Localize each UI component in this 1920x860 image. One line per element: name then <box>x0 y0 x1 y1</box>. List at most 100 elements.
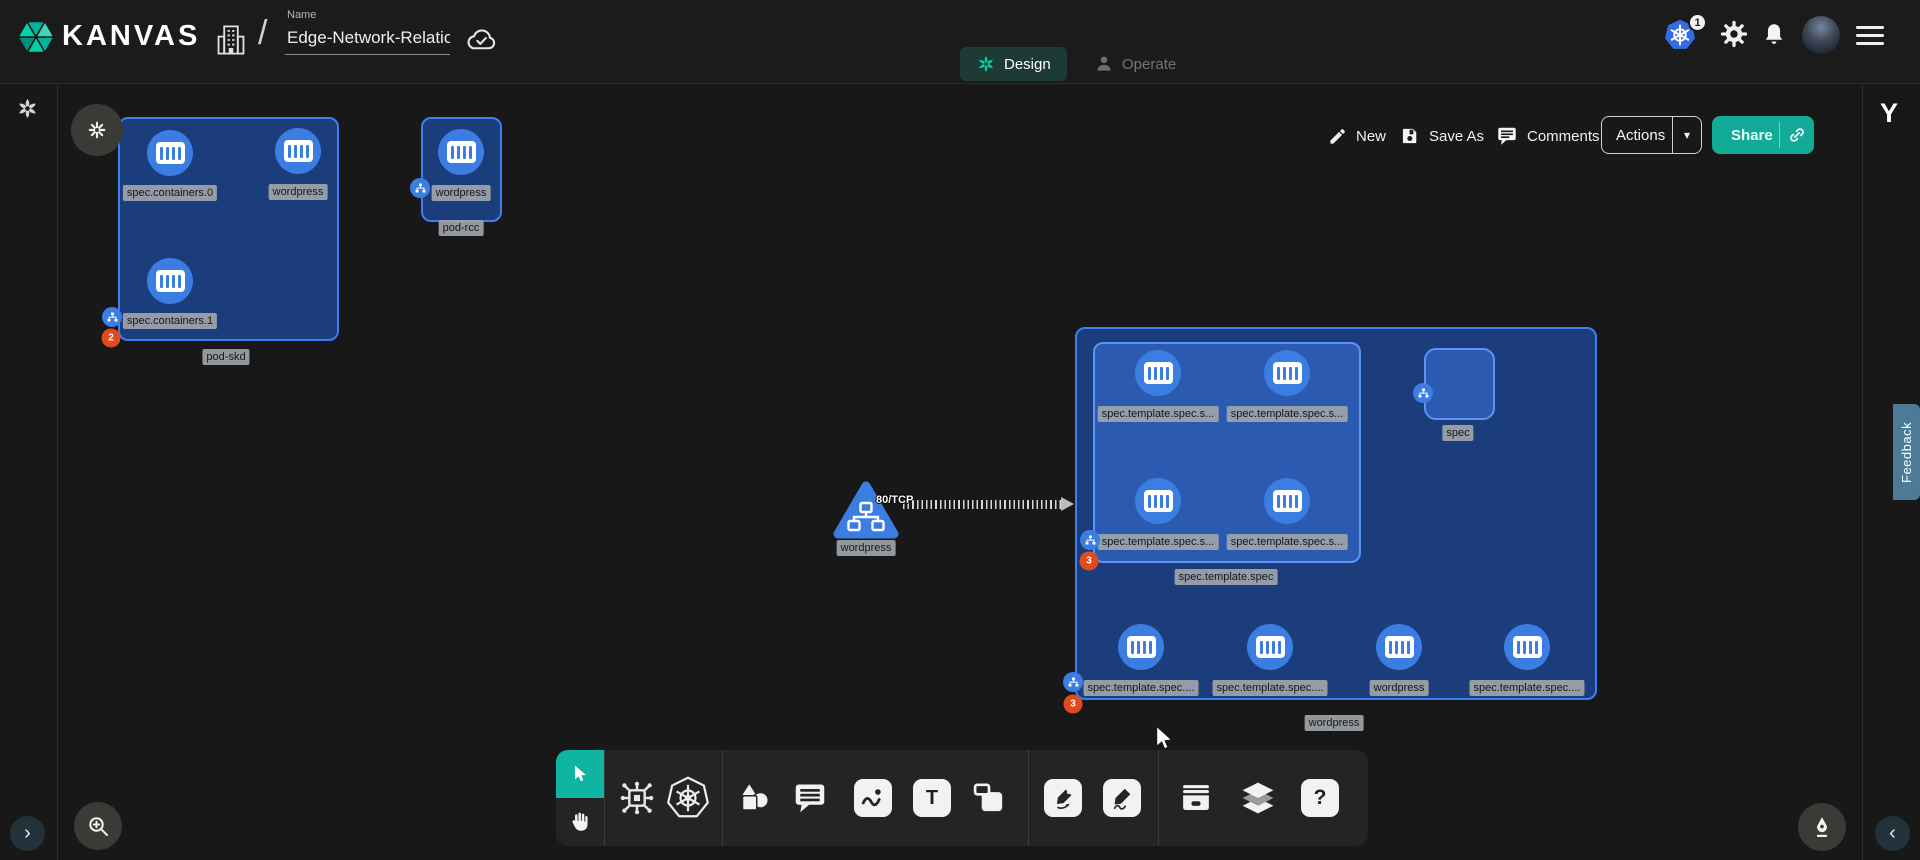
kanvas-logo-icon[interactable] <box>16 17 56 57</box>
connection-icon[interactable] <box>1413 383 1433 403</box>
issue-count-badge[interactable]: 3 <box>1080 552 1099 571</box>
layers-icon <box>1240 780 1276 816</box>
node-label: spec.template.spec.... <box>1213 680 1328 696</box>
node-template-container[interactable] <box>1247 624 1293 670</box>
select-tool-button[interactable] <box>556 750 604 798</box>
group-spec-template-spec[interactable] <box>1093 342 1361 563</box>
operate-person-icon <box>1094 54 1114 74</box>
comments-button[interactable]: Comments <box>1496 118 1600 154</box>
share-button[interactable]: Share <box>1712 116 1814 154</box>
notifications-bell-icon[interactable] <box>1761 21 1787 48</box>
node-template-container[interactable] <box>1118 624 1164 670</box>
drawer-tool-button[interactable] <box>1178 780 1214 816</box>
group-label: pod-rcc <box>439 220 484 236</box>
save-as-button[interactable]: Save As <box>1400 118 1484 154</box>
node-spec-containers-1[interactable] <box>147 258 193 304</box>
tab-design-label: Design <box>1004 56 1051 73</box>
node-spec-containers-0[interactable] <box>147 130 193 176</box>
container-icon <box>284 140 313 162</box>
pen-path-icon <box>1050 785 1076 811</box>
container-icon <box>1256 636 1285 658</box>
cursor-arrow-icon <box>570 764 590 784</box>
freehand-draw-tool-button[interactable] <box>1103 779 1141 817</box>
user-avatar[interactable] <box>1802 16 1840 54</box>
comment-tool-button[interactable] <box>792 780 828 816</box>
chip-icon <box>617 778 657 818</box>
design-pen-button[interactable] <box>1798 803 1846 851</box>
asterisk-icon <box>87 120 107 140</box>
meshery-swirl-icon[interactable] <box>16 97 39 120</box>
menu-hamburger-icon[interactable] <box>1856 26 1884 50</box>
group-label: spec.template.spec <box>1175 569 1278 585</box>
container-icon <box>1513 636 1542 658</box>
node-template-container[interactable] <box>1264 478 1310 524</box>
shapes-tool-button[interactable] <box>735 780 771 816</box>
components-tool-button[interactable] <box>617 778 657 818</box>
container-icon <box>1273 362 1302 384</box>
node-label: spec.containers.0 <box>123 185 217 201</box>
connection-icon[interactable] <box>1063 672 1083 692</box>
edge-service-to-deployment[interactable] <box>903 500 1063 509</box>
node-spec[interactable] <box>1424 348 1495 420</box>
container-icon <box>156 270 185 292</box>
kubernetes-tool-button[interactable] <box>666 776 710 820</box>
canvas-settings-button[interactable] <box>71 104 123 156</box>
help-tool-button[interactable]: ? <box>1301 779 1339 817</box>
settings-gear-icon[interactable] <box>1720 20 1748 48</box>
frame-icon <box>970 779 1008 817</box>
expand-left-panel-button[interactable]: › <box>10 816 45 851</box>
node-service-wordpress[interactable] <box>831 479 901 541</box>
image-tool-button[interactable] <box>854 779 892 817</box>
text-tool-button[interactable]: T <box>913 779 951 817</box>
organization-icon[interactable] <box>214 21 248 59</box>
actions-dropdown-button[interactable]: Actions ▾ <box>1601 116 1702 154</box>
node-label: spec.template.spec.s... <box>1227 406 1348 422</box>
toolbar-divider <box>722 750 723 846</box>
node-template-container[interactable] <box>1504 624 1550 670</box>
connection-icon[interactable] <box>410 178 430 198</box>
cloud-saved-icon <box>462 24 500 54</box>
node-label: wordpress <box>432 185 491 201</box>
connection-icon[interactable] <box>1080 530 1100 550</box>
tab-design[interactable]: Design <box>960 47 1067 81</box>
edge-draw-tool-button[interactable] <box>1044 779 1082 817</box>
help-glyph: ? <box>1301 779 1339 817</box>
pencil-icon <box>1328 127 1347 146</box>
node-label: spec.containers.1 <box>123 313 217 329</box>
group-label: pod-skd <box>202 349 249 365</box>
tab-operate-label: Operate <box>1122 56 1176 73</box>
pan-tool-button[interactable] <box>565 808 593 836</box>
issue-count-badge[interactable]: 3 <box>1064 695 1083 714</box>
kanvas-app: KANVAS / Name <box>0 0 1920 860</box>
zoom-button[interactable] <box>74 802 122 850</box>
new-label: New <box>1356 128 1386 145</box>
node-label: spec <box>1442 425 1473 441</box>
node-wordpress-container[interactable] <box>275 128 321 174</box>
issue-count-badge[interactable]: 2 <box>102 329 121 348</box>
layers-tool-button[interactable] <box>1240 780 1276 816</box>
toolbar-divider <box>1028 750 1029 846</box>
collapse-right-panel-button[interactable]: ‹ <box>1875 816 1910 851</box>
yaml-panel-toggle[interactable]: Y <box>1880 98 1898 129</box>
node-wordpress-container[interactable] <box>1376 624 1422 670</box>
node-wordpress-container[interactable] <box>438 129 484 175</box>
container-icon <box>447 141 476 163</box>
connection-icon[interactable] <box>102 307 122 327</box>
kubernetes-helm-icon <box>666 776 710 820</box>
node-template-container[interactable] <box>1135 478 1181 524</box>
node-template-container[interactable] <box>1264 350 1310 396</box>
actions-caret-icon[interactable]: ▾ <box>1673 128 1701 142</box>
copy-link-icon[interactable] <box>1787 125 1807 145</box>
feedback-tab[interactable]: Feedback <box>1893 404 1920 500</box>
tab-operate[interactable]: Operate <box>1078 47 1192 81</box>
node-template-container[interactable] <box>1135 350 1181 396</box>
group-label: wordpress <box>1305 715 1364 731</box>
logo-wordmark[interactable]: KANVAS <box>62 20 200 53</box>
toolbar-divider <box>604 750 605 846</box>
container-icon <box>1385 636 1414 658</box>
node-label: spec.template.spec.... <box>1470 680 1585 696</box>
design-name-input[interactable] <box>285 26 450 55</box>
frame-tool-button[interactable] <box>970 779 1008 817</box>
new-button[interactable]: New <box>1328 118 1386 154</box>
comment-icon <box>792 780 828 816</box>
